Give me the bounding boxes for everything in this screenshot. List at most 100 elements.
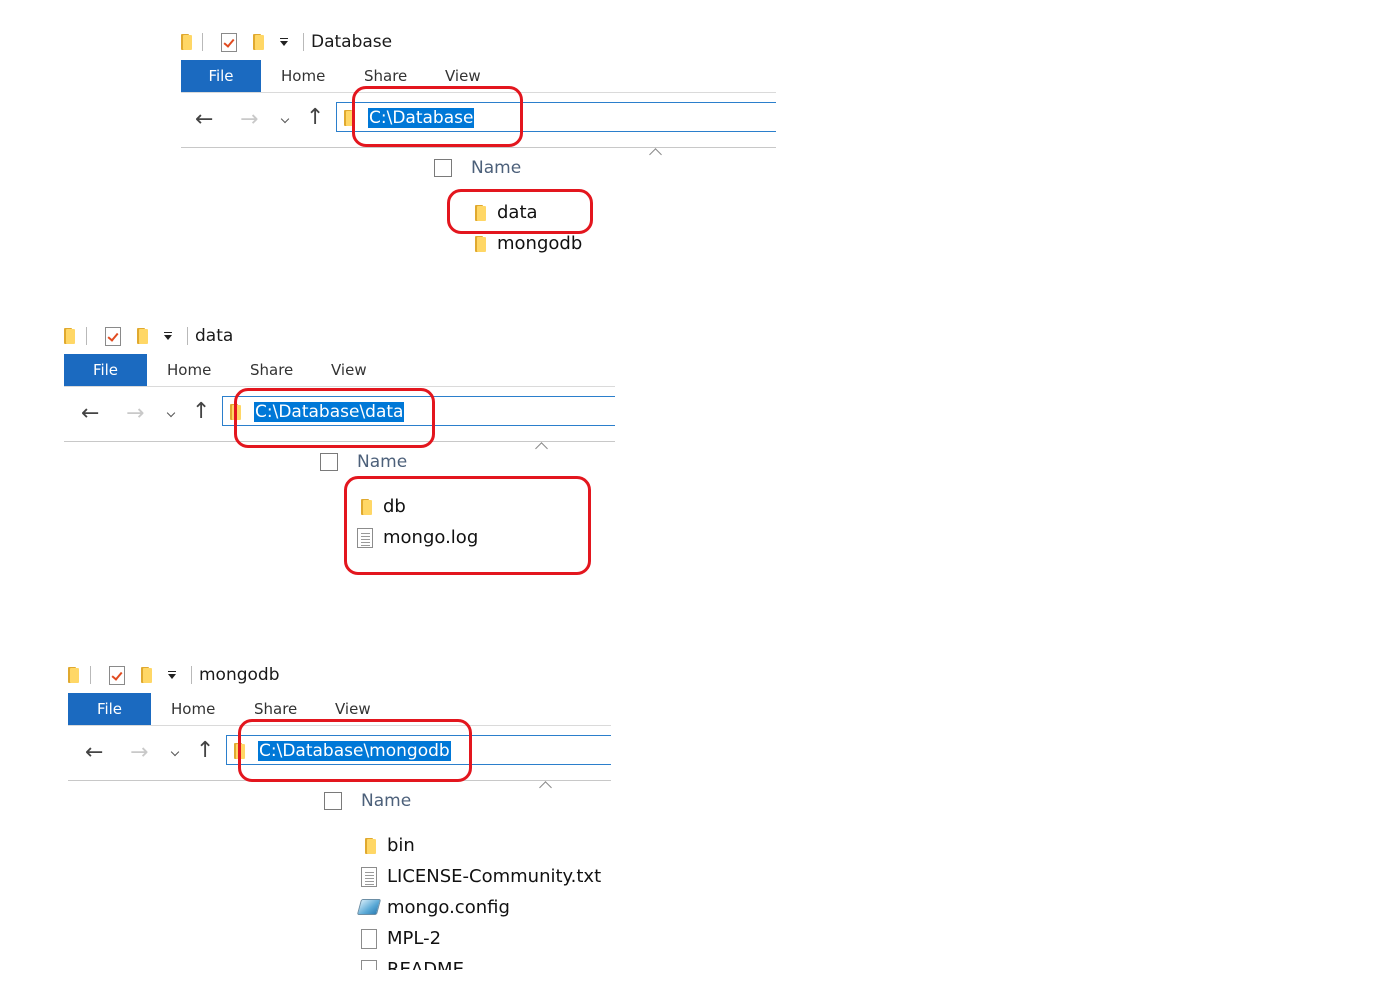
window-title: mongodb [199, 665, 280, 685]
recent-locations-chevron-icon[interactable] [171, 749, 180, 758]
tab-share[interactable]: Share [364, 67, 407, 85]
ribbon-tabs: File Home Share View [181, 60, 776, 93]
file-name: mongo.log [383, 527, 479, 548]
tab-home[interactable]: Home [171, 700, 215, 718]
file-tab[interactable]: File [68, 693, 151, 725]
tab-share[interactable]: Share [254, 700, 297, 718]
up-arrow-icon[interactable]: ↑ [192, 401, 210, 423]
ribbon-tabs: File Home Share View [64, 354, 615, 387]
column-header[interactable]: Name [320, 452, 620, 482]
file-tab[interactable]: File [181, 60, 261, 92]
tab-home[interactable]: Home [281, 67, 325, 85]
file-list: bin LICENSE-Community.txt mongo.config M… [353, 831, 633, 970]
window-title: Database [311, 32, 393, 52]
text-file-icon [361, 867, 377, 887]
address-path[interactable]: C:\Database [368, 108, 475, 128]
list-item[interactable]: README [361, 957, 621, 970]
up-arrow-icon[interactable]: ↑ [306, 107, 324, 129]
toolbar-separator [86, 327, 87, 345]
folder-icon [475, 236, 486, 252]
toolbar-separator [202, 33, 203, 51]
address-bar[interactable]: C:\Database [336, 102, 776, 132]
blank-file-icon [361, 960, 377, 970]
tab-share[interactable]: Share [250, 361, 293, 379]
toolbar-separator [90, 666, 91, 684]
recent-locations-chevron-icon[interactable] [167, 410, 176, 419]
list-item[interactable]: bin [361, 833, 621, 863]
back-arrow-icon[interactable]: ← [81, 403, 99, 425]
list-item[interactable]: mongo.config [356, 895, 621, 925]
quick-access-toolbar: mongodb [68, 663, 280, 687]
list-item[interactable]: db [357, 494, 557, 524]
file-name: LICENSE-Community.txt [387, 866, 602, 887]
address-path[interactable]: C:\Database\mongodb [258, 741, 451, 761]
file-name: MPL-2 [387, 928, 442, 949]
navigation-bar: ← → ↑ C:\Database\mongodb [68, 727, 611, 781]
customize-dropdown-icon[interactable] [167, 670, 177, 680]
select-all-checkbox[interactable] [320, 453, 338, 471]
toolbar-separator [191, 666, 192, 684]
file-tab[interactable]: File [64, 354, 147, 386]
explorer-window-database: Database File Home Share View ← → ↑ C:\D… [181, 30, 781, 270]
list-item[interactable]: MPL-2 [361, 926, 621, 956]
column-header[interactable]: Name [324, 791, 624, 821]
list-item[interactable]: data [471, 200, 671, 230]
address-bar[interactable]: C:\Database\data [222, 396, 615, 426]
file-name: data [497, 202, 538, 223]
list-item[interactable]: mongodb [471, 231, 671, 261]
folder-icon [234, 743, 245, 759]
file-name: db [383, 496, 406, 517]
tab-view[interactable]: View [335, 700, 371, 718]
navigation-bar: ← → ↑ C:\Database [181, 94, 776, 148]
forward-arrow-icon[interactable]: → [130, 742, 148, 764]
folder-icon [361, 499, 372, 515]
folder-icon[interactable] [181, 34, 192, 50]
select-all-checkbox[interactable] [434, 159, 452, 177]
folder-icon [230, 404, 241, 420]
column-name-label: Name [361, 791, 412, 811]
recent-locations-chevron-icon[interactable] [281, 116, 290, 125]
tab-home[interactable]: Home [167, 361, 211, 379]
list-item[interactable]: mongo.log [357, 525, 557, 555]
properties-check-icon[interactable] [221, 32, 237, 52]
folder-icon [475, 205, 486, 221]
forward-arrow-icon[interactable]: → [126, 403, 144, 425]
config-file-icon [356, 899, 382, 915]
customize-dropdown-icon[interactable] [279, 37, 289, 47]
quick-access-toolbar: data [64, 324, 233, 348]
customize-dropdown-icon[interactable] [163, 331, 173, 341]
quick-access-toolbar: Database [181, 30, 392, 54]
new-folder-icon[interactable] [137, 328, 148, 344]
folder-icon [344, 110, 355, 126]
new-folder-icon[interactable] [141, 667, 152, 683]
back-arrow-icon[interactable]: ← [85, 742, 103, 764]
toolbar-separator [187, 327, 188, 345]
explorer-window-mongodb: mongodb File Home Share View ← → ↑ C:\Da… [68, 663, 628, 973]
properties-check-icon[interactable] [105, 326, 121, 346]
file-name: bin [387, 835, 415, 856]
folder-icon[interactable] [68, 667, 79, 683]
address-bar[interactable]: C:\Database\mongodb [226, 735, 611, 765]
back-arrow-icon[interactable]: ← [195, 109, 213, 131]
column-name-label: Name [471, 158, 522, 178]
file-name: mongo.config [387, 897, 510, 918]
tab-view[interactable]: View [445, 67, 481, 85]
file-name: README [387, 959, 464, 970]
window-title: data [195, 326, 234, 346]
properties-check-icon[interactable] [109, 665, 125, 685]
folder-icon[interactable] [64, 328, 75, 344]
folder-icon [365, 838, 376, 854]
forward-arrow-icon[interactable]: → [240, 109, 258, 131]
tab-view[interactable]: View [331, 361, 367, 379]
select-all-checkbox[interactable] [324, 792, 342, 810]
explorer-window-data: data File Home Share View ← → ↑ C:\Datab… [64, 324, 624, 584]
address-path[interactable]: C:\Database\data [254, 402, 405, 422]
file-name: mongodb [497, 233, 583, 254]
column-name-label: Name [357, 452, 408, 472]
list-item[interactable]: LICENSE-Community.txt [361, 864, 621, 894]
up-arrow-icon[interactable]: ↑ [196, 740, 214, 762]
ribbon-tabs: File Home Share View [68, 693, 611, 726]
toolbar-separator [303, 33, 304, 51]
column-header[interactable]: Name [434, 158, 734, 188]
new-folder-icon[interactable] [253, 34, 264, 50]
